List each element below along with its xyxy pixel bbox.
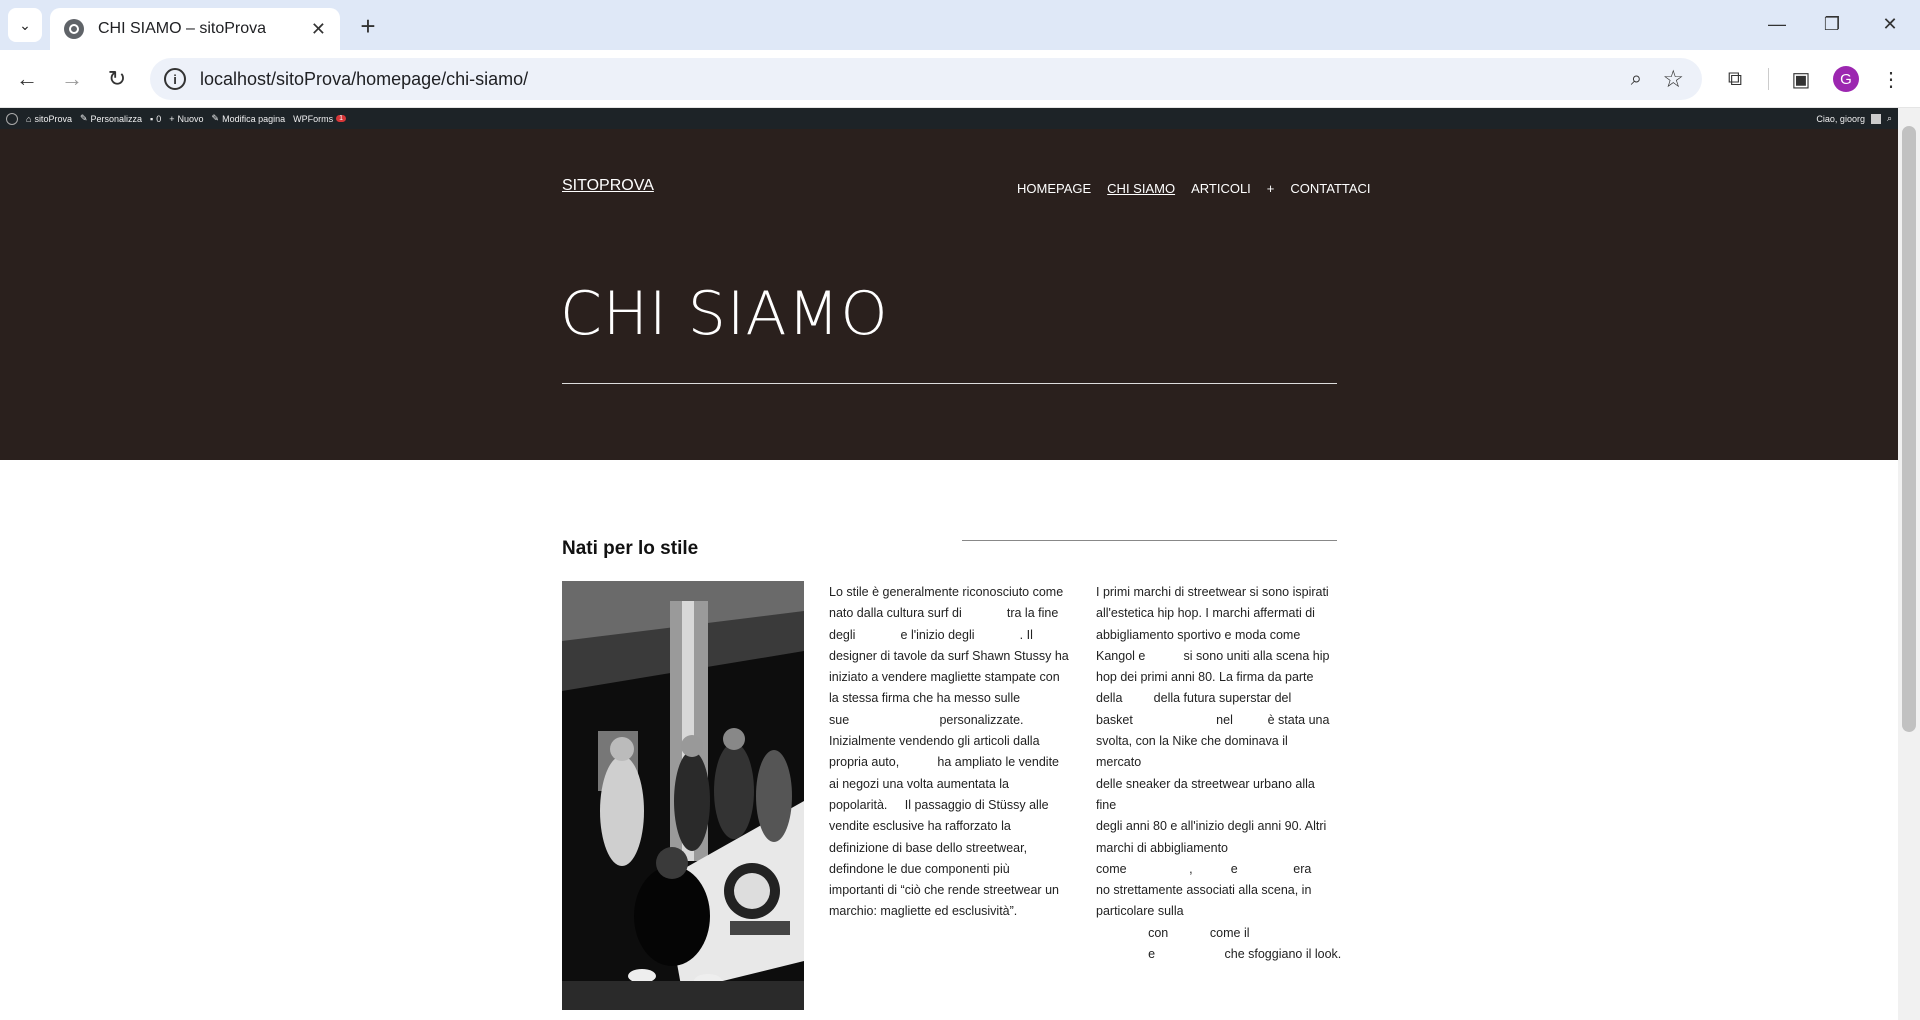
restore-button[interactable]: ❐ [1808, 6, 1856, 42]
body-line: marchi di abbigliamento [1096, 840, 1229, 855]
browser-tabstrip: ⌄ CHI SIAMO – sitoProva ✕ + — ❐ ✕ [0, 0, 1920, 50]
body-line: la stessa firma che ha messo sulle [829, 691, 1021, 706]
new-tab-button[interactable]: + [352, 10, 384, 42]
plus-icon: + [169, 113, 175, 124]
body-line: particolare sulla [1096, 904, 1184, 919]
body-line: hop dei primi anni 80. La firma da parte [1096, 670, 1314, 685]
admin-site-label: sitoProva [34, 113, 72, 124]
body-line: nato dalla cultura surf di tra la fine [829, 606, 1059, 621]
extensions-icon[interactable]: ⧉ [1720, 64, 1750, 94]
home-icon: ⌂ [26, 113, 32, 124]
admin-customize-label: Personalizza [90, 113, 143, 124]
body-line: ai negozi una volta aumentata la [829, 776, 1009, 791]
reload-button[interactable]: ↻ [100, 62, 134, 96]
side-panel-icon[interactable]: ▣ [1786, 64, 1816, 94]
site-info-icon[interactable]: i [164, 68, 186, 90]
body-line: propria auto, ha ampliato le vendite [829, 755, 1059, 770]
wordpress-logo-icon[interactable] [6, 112, 18, 125]
body-line: della della futura superstar del [1096, 691, 1292, 706]
tab-title: CHI SIAMO – sitoProva [98, 20, 267, 37]
section-heading: Nati per lo stile [562, 538, 699, 559]
admin-customize-link[interactable]: ✎ Personalizza [80, 113, 142, 124]
wp-admin-bar: ⌂ sitoProva ✎ Personalizza ▪ 0 + Nuovo ✎ Modi… [0, 108, 1898, 129]
body-line: Inizialmente vendendo gli articoli dalla [829, 734, 1040, 749]
body-line: delle sneaker da streetwear urbano alla … [1096, 776, 1315, 812]
page-hero: SITOPROVA HOMEPAGE CHI SIAMO ARTICOLI + … [0, 129, 1898, 460]
text-column-left: Lo stile è generalmente riconosciuto com… [829, 582, 1069, 923]
globe-icon [64, 19, 84, 39]
admin-site-link[interactable]: ⌂ sitoProva [26, 114, 72, 124]
section-separator [962, 540, 1337, 541]
admin-avatar[interactable] [1870, 113, 1881, 124]
tab-search-button[interactable]: ⌄ [8, 8, 42, 42]
admin-new-link[interactable]: + Nuovo [169, 114, 203, 124]
body-line: popolarità. Il passaggio di Stüssy alle [829, 797, 1049, 812]
body-line: basket nel è stata una [1096, 712, 1330, 727]
zoom-icon[interactable]: ⌕ [1631, 68, 1642, 91]
text-column-right: I primi marchi di streetwear si sono isp… [1096, 582, 1342, 965]
brush-icon: ✎ [79, 113, 88, 123]
body-line: all'estetica hip hop. I marchi affermati… [1096, 606, 1315, 621]
body-line: e che sfoggiano il look. [1096, 947, 1342, 962]
site-title-link[interactable]: SITOPROVA [562, 177, 654, 195]
body-line: come , e era [1096, 861, 1312, 876]
admin-new-label: Nuovo [177, 113, 204, 124]
admin-wpforms-link[interactable]: WPForms 1 [293, 113, 347, 124]
back-button[interactable]: ← [10, 62, 44, 96]
admin-edit-link[interactable]: ✎ Modifica pagina [212, 113, 286, 124]
body-line: Lo stile è generalmente riconosciuto com… [829, 585, 1064, 599]
toolbar-divider [1768, 68, 1769, 90]
body-line: marchio: magliette ed esclusività”. [829, 904, 1018, 919]
close-tab-icon[interactable]: ✕ [311, 19, 326, 40]
bookmark-star-icon[interactable]: ☆ [1662, 65, 1684, 94]
main-nav: HOMEPAGE CHI SIAMO ARTICOLI + CONTATTACI [1017, 181, 1371, 196]
page-scrollbar[interactable] [1898, 108, 1920, 1020]
body-line: no strettamente associati alla scena, in [1096, 883, 1312, 898]
hero-separator [562, 383, 1337, 384]
close-window-button[interactable]: ✕ [1866, 6, 1914, 42]
nav-contattaci[interactable]: CONTATTACI [1290, 181, 1370, 196]
admin-comments-count: 0 [156, 113, 162, 124]
admin-search-icon[interactable]: ⌕ [1887, 113, 1892, 124]
body-line: svolta, con la Nike che dominava il merc… [1096, 734, 1288, 770]
browser-tab-active[interactable]: CHI SIAMO – sitoProva ✕ [50, 8, 340, 50]
body-line: I primi marchi di streetwear si sono isp… [1096, 585, 1329, 599]
body-line: defindone le due componenti più [829, 861, 1010, 876]
url-text[interactable]: localhost/sitoProva/homepage/chi-siamo/ [200, 69, 528, 90]
body-line: importanti di “ciò che rende streetwear … [829, 883, 1059, 898]
streetwear-group-photo [562, 581, 804, 1010]
body-line: degli e l'inizio degli . Il [829, 627, 1033, 642]
body-line: designer di tavole da surf Shawn Stussy … [829, 648, 1069, 663]
admin-comments-link[interactable]: ▪ 0 [150, 114, 161, 124]
body-line: Kangol e si sono uniti alla scena hip [1096, 648, 1330, 663]
nav-submenu-toggle[interactable]: + [1267, 181, 1275, 196]
admin-greeting[interactable]: Ciao, gioorg [1816, 114, 1865, 124]
body-line: definizione di base dello streetwear, [829, 840, 1028, 855]
forward-button[interactable]: → [55, 62, 89, 96]
profile-avatar[interactable]: G [1833, 66, 1859, 92]
admin-wpforms-label: WPForms [293, 113, 334, 124]
nav-homepage[interactable]: HOMEPAGE [1017, 181, 1091, 196]
body-line: sue personalizzate. [829, 712, 1024, 727]
comment-icon: ▪ [150, 113, 154, 124]
menu-dots-icon[interactable]: ⋮ [1876, 64, 1906, 94]
minimize-button[interactable]: — [1753, 6, 1801, 42]
wpforms-badge: 1 [336, 115, 347, 122]
nav-chi-siamo[interactable]: CHI SIAMO [1107, 181, 1175, 196]
scrollbar-thumb[interactable] [1902, 126, 1916, 732]
body-line: degli anni 80 e all'inizio degli anni 90… [1096, 819, 1327, 834]
body-line: abbigliamento sportivo e moda come [1096, 627, 1301, 642]
body-line: iniziato a vendere magliette stampate co… [829, 670, 1060, 685]
body-line: con come il [1096, 925, 1250, 940]
admin-edit-label: Modifica pagina [222, 113, 286, 124]
pencil-icon: ✎ [211, 113, 220, 123]
nav-articoli[interactable]: ARTICOLI [1191, 181, 1251, 196]
browser-toolbar: ← → ↻ i localhost/sitoProva/homepage/chi… [0, 50, 1920, 108]
page-title: CHI SIAMO [560, 279, 889, 349]
address-bar[interactable]: i localhost/sitoProva/homepage/chi-siamo… [150, 58, 1702, 100]
body-line: vendite esclusive ha rafforzato la [829, 819, 1011, 834]
